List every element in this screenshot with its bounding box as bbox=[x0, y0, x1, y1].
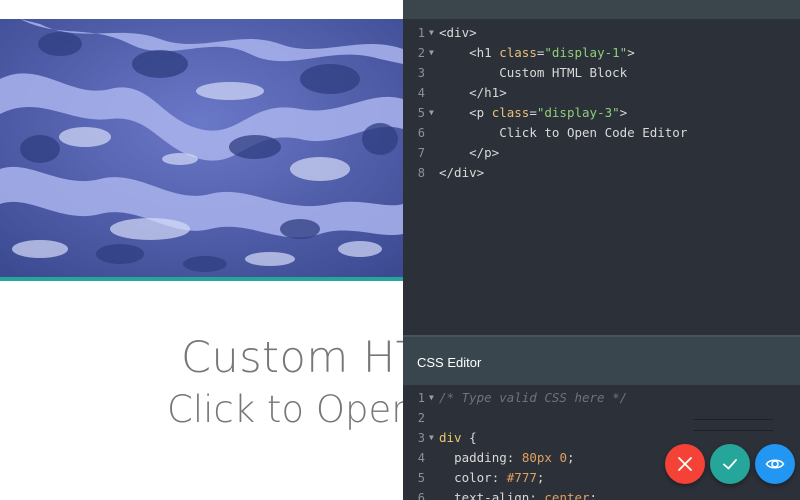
line-number: 4 bbox=[417, 451, 425, 465]
code-text: <h1 class="display-1"> bbox=[439, 43, 635, 63]
code-token: <p bbox=[469, 105, 492, 120]
check-icon bbox=[723, 459, 737, 470]
code-text: padding: 80px 0; bbox=[439, 448, 575, 468]
code-token: <div> bbox=[439, 25, 477, 40]
line-number: 3 bbox=[417, 66, 425, 80]
code-token: center bbox=[544, 490, 590, 500]
html-code-line[interactable]: 6 Click to Open Code Editor bbox=[403, 123, 800, 143]
code-token: : bbox=[506, 450, 522, 465]
code-token: { bbox=[461, 430, 477, 445]
code-token: </div> bbox=[439, 165, 485, 180]
code-token: #777 bbox=[506, 470, 537, 485]
code-token: "display-3" bbox=[536, 105, 620, 120]
code-token: </h1> bbox=[469, 85, 507, 100]
ocean-foam-graphic bbox=[0, 19, 403, 278]
preview-topbar bbox=[0, 0, 403, 19]
code-text: </p> bbox=[439, 143, 499, 163]
line-number: 1 bbox=[417, 391, 425, 405]
code-token: = bbox=[529, 105, 537, 120]
cancel-button[interactable] bbox=[665, 444, 705, 484]
code-text: <div> bbox=[439, 23, 477, 43]
code-text: div { bbox=[439, 428, 477, 448]
code-token: Click to Open Code Editor bbox=[499, 125, 688, 140]
code-token: Custom HTML Block bbox=[499, 65, 628, 80]
editor-shadow-line bbox=[693, 409, 773, 431]
fold-toggle-icon[interactable]: ▼ bbox=[429, 43, 434, 63]
code-token: padding bbox=[454, 450, 507, 465]
line-number: 1 bbox=[417, 26, 425, 40]
css-editor[interactable]: 1 ▼/* Type valid CSS here */2 3 ▼ div {4 pad… bbox=[403, 385, 800, 500]
code-text: <p class="display-3"> bbox=[439, 103, 627, 123]
line-number: 3 bbox=[417, 431, 425, 445]
html-code-lines[interactable]: 1 ▼ <div> 2 ▼ <h1 class="display-1"> 3 Custom… bbox=[403, 23, 800, 183]
html-editor[interactable]: 1 ▼ <div> 2 ▼ <h1 class="display-1"> 3 Custom… bbox=[403, 19, 800, 335]
code-token: "display-1" bbox=[544, 45, 628, 60]
code-token: class bbox=[499, 45, 537, 60]
code-text: Click to Open Code Editor bbox=[439, 123, 687, 143]
block-heading: Custom HTML Block bbox=[181, 333, 403, 383]
line-number: 5 bbox=[417, 106, 425, 120]
css-editor-title: CSS Editor bbox=[417, 355, 482, 370]
code-token: class bbox=[491, 105, 530, 120]
html-code-line[interactable]: 1 ▼ <div> bbox=[403, 23, 800, 43]
code-text: text-align: center; bbox=[439, 488, 597, 500]
confirm-button[interactable] bbox=[710, 444, 750, 484]
fold-toggle-icon[interactable]: ▼ bbox=[429, 103, 434, 123]
block-subheading: Click to Open Code Editor bbox=[167, 388, 403, 431]
line-number: 4 bbox=[417, 86, 425, 100]
code-token: div bbox=[439, 430, 462, 445]
code-text: Custom HTML Block bbox=[439, 63, 627, 83]
html-code-line[interactable]: 3 Custom HTML Block bbox=[403, 63, 800, 83]
fold-toggle-icon[interactable]: ▼ bbox=[429, 388, 434, 408]
css-code-line[interactable]: 1 ▼ /* Type valid CSS here */ bbox=[403, 388, 800, 408]
code-editor-panel: 1 ▼ <div> 2 ▼ <h1 class="display-1"> 3 Custom… bbox=[403, 0, 800, 500]
css-code-lines[interactable]: 1 ▼/* Type valid CSS here */2 3 ▼ div {4 pad… bbox=[403, 388, 800, 500]
code-token: > bbox=[619, 105, 628, 120]
close-icon bbox=[678, 457, 692, 471]
html-code-line[interactable]: 8 </div> bbox=[403, 163, 800, 183]
fold-toggle-icon[interactable]: ▼ bbox=[429, 23, 434, 43]
code-token: <h1 bbox=[469, 45, 500, 60]
css-code-line[interactable]: 6 text-align: center; bbox=[403, 488, 800, 500]
code-token: text-align bbox=[454, 490, 530, 500]
html-code-line[interactable]: 7 </p> bbox=[403, 143, 800, 163]
code-text: color: #777; bbox=[439, 468, 544, 488]
html-code-line[interactable]: 4 </h1> bbox=[403, 83, 800, 103]
code-token: 80px 0 bbox=[521, 450, 567, 465]
code-token: </p> bbox=[469, 145, 500, 160]
line-number: 2 bbox=[417, 411, 425, 425]
code-token: ; bbox=[566, 450, 575, 465]
eye-icon bbox=[765, 459, 785, 469]
code-token: : bbox=[529, 490, 545, 500]
code-token: : bbox=[491, 470, 507, 485]
code-token: color bbox=[454, 470, 492, 485]
line-number: 5 bbox=[417, 471, 425, 485]
line-number: 7 bbox=[417, 146, 425, 160]
code-token: ; bbox=[589, 490, 598, 500]
code-token: /* Type valid CSS here */ bbox=[439, 390, 628, 405]
code-token: ; bbox=[536, 470, 545, 485]
html-code-line[interactable]: 2 ▼ <h1 class="display-1"> bbox=[403, 43, 800, 63]
html-code-line[interactable]: 5 ▼ <p class="display-3"> bbox=[403, 103, 800, 123]
line-number: 8 bbox=[417, 166, 425, 180]
css-editor-header: CSS Editor bbox=[403, 335, 800, 385]
line-number: 2 bbox=[417, 46, 425, 60]
code-text: </h1> bbox=[439, 83, 507, 103]
code-text: /* Type valid CSS here */ bbox=[439, 388, 627, 408]
line-number: 6 bbox=[417, 126, 425, 140]
fold-toggle-icon[interactable]: ▼ bbox=[429, 428, 434, 448]
css-code-line[interactable]: 3 ▼ div { bbox=[403, 428, 800, 448]
preview-button[interactable] bbox=[755, 444, 795, 484]
code-text: </div> bbox=[439, 163, 484, 183]
page-preview: Custom HTML Block Click to Open Code Edi… bbox=[0, 0, 403, 500]
code-token: > bbox=[627, 45, 635, 60]
custom-html-block[interactable]: Custom HTML Block Click to Open Code Edi… bbox=[0, 281, 403, 500]
line-number: 6 bbox=[417, 491, 425, 500]
ocean-foam-image[interactable] bbox=[0, 19, 403, 278]
html-editor-header bbox=[403, 0, 800, 19]
